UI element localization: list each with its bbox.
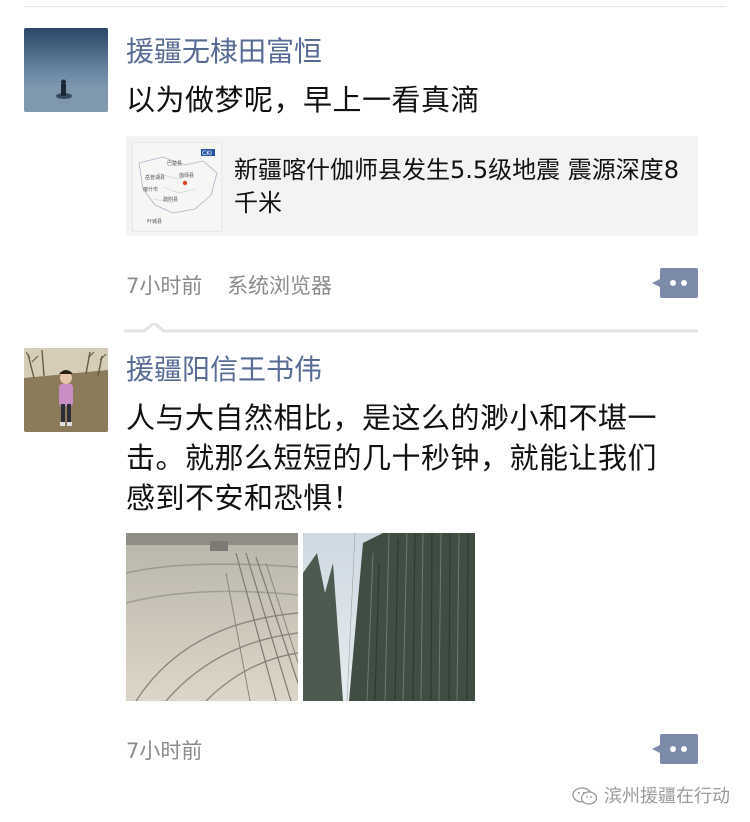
- comment-button[interactable]: [652, 734, 698, 764]
- map-label: 叶城县: [147, 218, 162, 225]
- post-time: 7小时前: [126, 274, 203, 298]
- map-label: 巴楚县: [167, 160, 182, 167]
- post-time: 7小时前: [126, 739, 203, 763]
- link-title: 新疆喀什伽师县发生5.5级地震 震源深度8千米: [234, 156, 680, 217]
- section-divider: [124, 320, 698, 333]
- post-author[interactable]: 援疆阳信王书伟: [126, 352, 698, 388]
- comment-button[interactable]: [652, 268, 698, 298]
- shared-link-card[interactable]: CKI 巴楚县 岳普湖县 伽师县 喀什市 疏附县 叶城县 新疆喀什伽师县发生5.…: [126, 136, 698, 236]
- post-author[interactable]: 援疆无棣田富恒: [126, 34, 698, 70]
- post-meta: 7小时前: [126, 735, 220, 765]
- map-logo-label: CKI: [202, 150, 212, 157]
- wechat-logo-icon: [572, 787, 598, 805]
- watermark: 滨州援疆在行动: [572, 782, 730, 808]
- map-label: 疏附县: [163, 196, 178, 203]
- avatar[interactable]: [24, 28, 108, 112]
- post-meta: 7小时前 系统浏览器: [126, 270, 350, 300]
- watermark-text: 滨州援疆在行动: [604, 786, 730, 807]
- map-label: 岳普湖县: [145, 174, 165, 181]
- avatar[interactable]: [24, 348, 108, 432]
- link-thumbnail-map: CKI 巴楚县 岳普湖县 伽师县 喀什市 疏附县 叶城县: [132, 142, 222, 232]
- post-photo-trees[interactable]: [303, 533, 475, 701]
- map-label: 伽师县: [179, 172, 194, 179]
- top-divider: [24, 0, 726, 7]
- post-text: 以为做梦呢，早上一看真滴: [126, 83, 481, 117]
- post-source[interactable]: 系统浏览器: [227, 274, 332, 298]
- post-text: 人与大自然相比，是这么的渺小和不堪一击。就那么短短的几十秒钟，就能让我们感到不安…: [126, 401, 658, 515]
- comment-dots-icon: [652, 734, 698, 764]
- post-photo-sand[interactable]: [126, 533, 298, 701]
- map-label: 喀什市: [143, 186, 158, 193]
- comment-dots-icon: [652, 268, 698, 298]
- moments-feed: 援疆无棣田富恒 以为做梦呢，早上一看真滴 CKI 巴楚县 岳普湖县 伽师县 喀什…: [0, 0, 750, 822]
